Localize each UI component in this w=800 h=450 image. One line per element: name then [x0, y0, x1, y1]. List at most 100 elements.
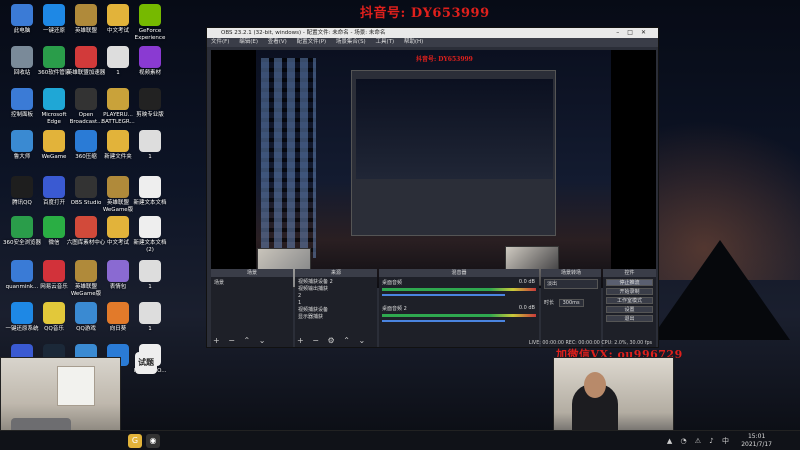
scenes-header: 场景 — [211, 269, 293, 277]
volume-meter — [382, 288, 536, 291]
windows-icon[interactable]: G — [128, 434, 142, 448]
desktop-icon[interactable]: 视频素材 — [130, 46, 170, 77]
obs-titlebar[interactable]: OBS 23.2.1 (32-bit, windows) - 配置文件: 未命名… — [207, 28, 658, 38]
obs-menubar: 文件(F) 编辑(E) 查看(V) 配置文件(P) 场景集合(S) 工具(T) … — [207, 38, 658, 47]
360-browser-icon — [11, 216, 33, 238]
wegame-icon — [43, 130, 65, 152]
source-item[interactable]: 2 — [298, 293, 374, 300]
transition-select[interactable]: 淡出 — [544, 279, 598, 289]
obs-window[interactable]: OBS 23.2.1 (32-bit, windows) - 配置文件: 未命名… — [206, 27, 659, 348]
clock[interactable]: 15:01 2021/7/17 — [741, 433, 772, 449]
volume-slider[interactable] — [382, 320, 506, 322]
menu-edit[interactable]: 编辑(E) — [239, 39, 258, 45]
transitions-header: 场景转场 — [541, 269, 601, 277]
folder-icon — [107, 4, 129, 26]
menu-scene-collection[interactable]: 场景集合(S) — [336, 39, 366, 45]
capcut-icon — [139, 88, 161, 110]
sources-dock: 来源 视频捕获设备 2 视频输出捕获 2 1 视频捕获设备 显示器捕获 + − … — [295, 269, 377, 347]
pubg-icon — [107, 88, 129, 110]
qq-game-icon — [75, 302, 97, 324]
duration-input[interactable]: 300ms — [558, 299, 584, 307]
desktop-icon[interactable]: 新建文本文档 (2) — [130, 216, 170, 254]
lol-icon — [107, 176, 129, 198]
preview-desktop-icons — [261, 58, 316, 258]
desktop-note[interactable]: 试题 — [126, 352, 166, 374]
desktop-icon[interactable]: 新建文本文档 — [130, 176, 170, 207]
lol-icon — [75, 4, 97, 26]
menu-file[interactable]: 文件(F) — [211, 39, 229, 45]
stop-streaming-button[interactable]: 停止推流 — [606, 279, 653, 286]
clock-time: 15:01 — [747, 433, 766, 440]
source-item[interactable]: 视频捕获设备 2 — [298, 279, 374, 286]
note-icon: 试题 — [135, 352, 157, 374]
desktop-icon-label: 剪映专业版 — [136, 112, 164, 118]
accelerator-icon — [75, 46, 97, 68]
menu-help[interactable]: 帮助(H) — [404, 39, 423, 45]
channel-name: 桌面音频 — [382, 280, 403, 286]
desktop-icon[interactable]: 1 — [130, 130, 170, 161]
taskbar: G ◉ ▲ ◔ ⚠ ♪ 中 15:01 2021/7/17 — [0, 430, 800, 450]
exit-button[interactable]: 退出 — [606, 315, 653, 322]
douyin-watermark: 抖音号: DY653999 — [360, 6, 490, 21]
file-icon — [139, 302, 161, 324]
obs-icon[interactable]: ◉ — [146, 434, 160, 448]
volume-meter — [382, 314, 536, 317]
baidu-icon — [43, 176, 65, 198]
file-icon — [107, 46, 129, 68]
mixer-channel: 桌面音频 0.0 dB — [379, 277, 539, 303]
desktop-mountain — [650, 240, 790, 340]
source-item[interactable]: 1 — [298, 300, 374, 307]
qq-icon — [11, 176, 33, 198]
channel-db: 0.0 dB — [518, 279, 535, 285]
desktop-icon[interactable]: 1 — [130, 302, 170, 333]
scenes-dock: 场景 场景 + − ⌃ ⌄ — [211, 269, 293, 347]
window-controls[interactable]: –□✕ — [616, 28, 654, 38]
menu-view[interactable]: 查看(V) — [268, 39, 287, 45]
nested-preview-canvas — [356, 79, 553, 179]
transitions-dock: 场景转场 淡出 时长 300ms — [541, 269, 601, 347]
desktop-icon[interactable]: GeForce Experience — [130, 4, 170, 42]
controls-header: 控件 — [603, 269, 656, 277]
start-recording-button[interactable]: 开始录制 — [606, 288, 653, 295]
source-item[interactable]: 视频捕获设备 — [298, 307, 374, 314]
emoji-folder-icon — [107, 260, 129, 282]
duration-label: 时长 — [544, 300, 555, 306]
desktop-icon-label: 新建文本文档 — [133, 200, 167, 206]
desktop-icon[interactable]: 剪映专业版 — [130, 88, 170, 119]
restore-icon — [11, 302, 33, 324]
system-tray[interactable]: ▲ ◔ ⚠ ♪ 中 — [667, 436, 732, 446]
menu-profile[interactable]: 配置文件(P) — [297, 39, 327, 45]
desktop-icon-label: 1 — [148, 326, 152, 332]
ludashi-icon — [11, 130, 33, 152]
clock-date: 2021/7/17 — [741, 441, 772, 448]
menu-tools[interactable]: 工具(T) — [375, 39, 394, 45]
mixer-header: 混音器 — [379, 269, 539, 277]
folder-icon — [107, 130, 129, 152]
obs-preview[interactable]: 抖音号: DY653999 — [211, 50, 656, 288]
text-file-icon — [139, 176, 161, 198]
folder-icon — [107, 216, 129, 238]
obs-icon — [75, 176, 97, 198]
netease-music-icon — [43, 260, 65, 282]
room-window — [57, 366, 95, 406]
desktop-icon-label: 视频素材 — [138, 70, 161, 76]
settings-button[interactable]: 设置 — [606, 306, 653, 313]
scene-item[interactable]: 场景 — [214, 279, 290, 287]
source-item[interactable]: 视频输出捕获 — [298, 286, 374, 293]
text-file-icon — [139, 216, 161, 238]
source-item[interactable]: 显示器捕获 — [298, 314, 374, 321]
desktop-icon[interactable]: 1 — [130, 260, 170, 291]
edge-icon — [43, 88, 65, 110]
studio-mode-button[interactable]: 工作室模式 — [606, 297, 653, 304]
file-icon — [139, 260, 161, 282]
video-folder-icon — [139, 46, 161, 68]
desktop-icon-label: 新建文本文档 (2) — [133, 240, 167, 253]
streamer-face — [584, 372, 606, 398]
mixer-dock: 混音器 桌面音频 0.0 dB 桌面音频 2 0.0 dB — [379, 269, 539, 347]
control-panel-icon — [11, 88, 33, 110]
computer-icon — [11, 4, 33, 26]
channel-db: 0.0 dB — [518, 305, 535, 311]
controls-dock: 控件 停止推流 开始录制 工作室模式 设置 退出 — [603, 269, 656, 347]
desktop-icon-label: GeForce Experience — [134, 28, 166, 41]
volume-slider[interactable] — [382, 294, 506, 296]
